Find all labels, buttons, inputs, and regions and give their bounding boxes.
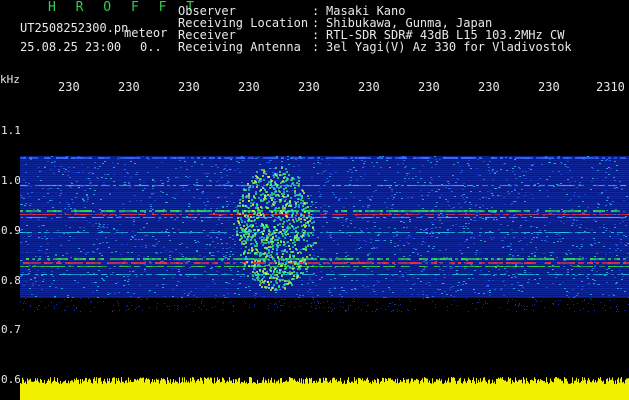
count-label: 0.. <box>140 40 162 54</box>
y-tick-0.8: 0.8 <box>1 274 21 287</box>
x-tick-3: 230 <box>178 80 200 94</box>
x-tick-4: 230 <box>238 80 260 94</box>
y-tick-1.0: 1.0 <box>1 174 21 187</box>
antenna-label: Receiving Antenna <box>178 40 301 54</box>
x-tick-1: 230 <box>58 80 80 94</box>
x-tick-5: 230 <box>298 80 320 94</box>
x-tick-8: 230 <box>478 80 500 94</box>
y-tick-1.1: 1.1 <box>1 124 21 137</box>
axis-unit-label: kHz <box>0 73 20 86</box>
antenna-value: 3el Yagi(V) Az 330 for Vladivostok <box>326 40 572 54</box>
y-tick-0.9: 0.9 <box>1 224 21 237</box>
y-tick-0.7: 0.7 <box>1 323 21 336</box>
x-tick-6: 230 <box>358 80 380 94</box>
x-tick-7: 230 <box>418 80 440 94</box>
datetime-label: 25.08.25 23:00 <box>20 40 122 54</box>
file-name: UT2508252300.pn <box>20 21 129 35</box>
noise-level-bar <box>20 377 629 400</box>
mode-label: meteor <box>124 26 168 40</box>
x-tick-9: 230 <box>538 80 560 94</box>
spectrogram-panel <box>20 100 629 400</box>
x-tick-10: 2310 <box>596 80 625 94</box>
antenna-sep: : <box>312 40 320 54</box>
x-tick-2: 230 <box>118 80 140 94</box>
y-tick-0.6: 0.6 <box>1 373 21 386</box>
spectrogram-svg <box>20 156 629 400</box>
